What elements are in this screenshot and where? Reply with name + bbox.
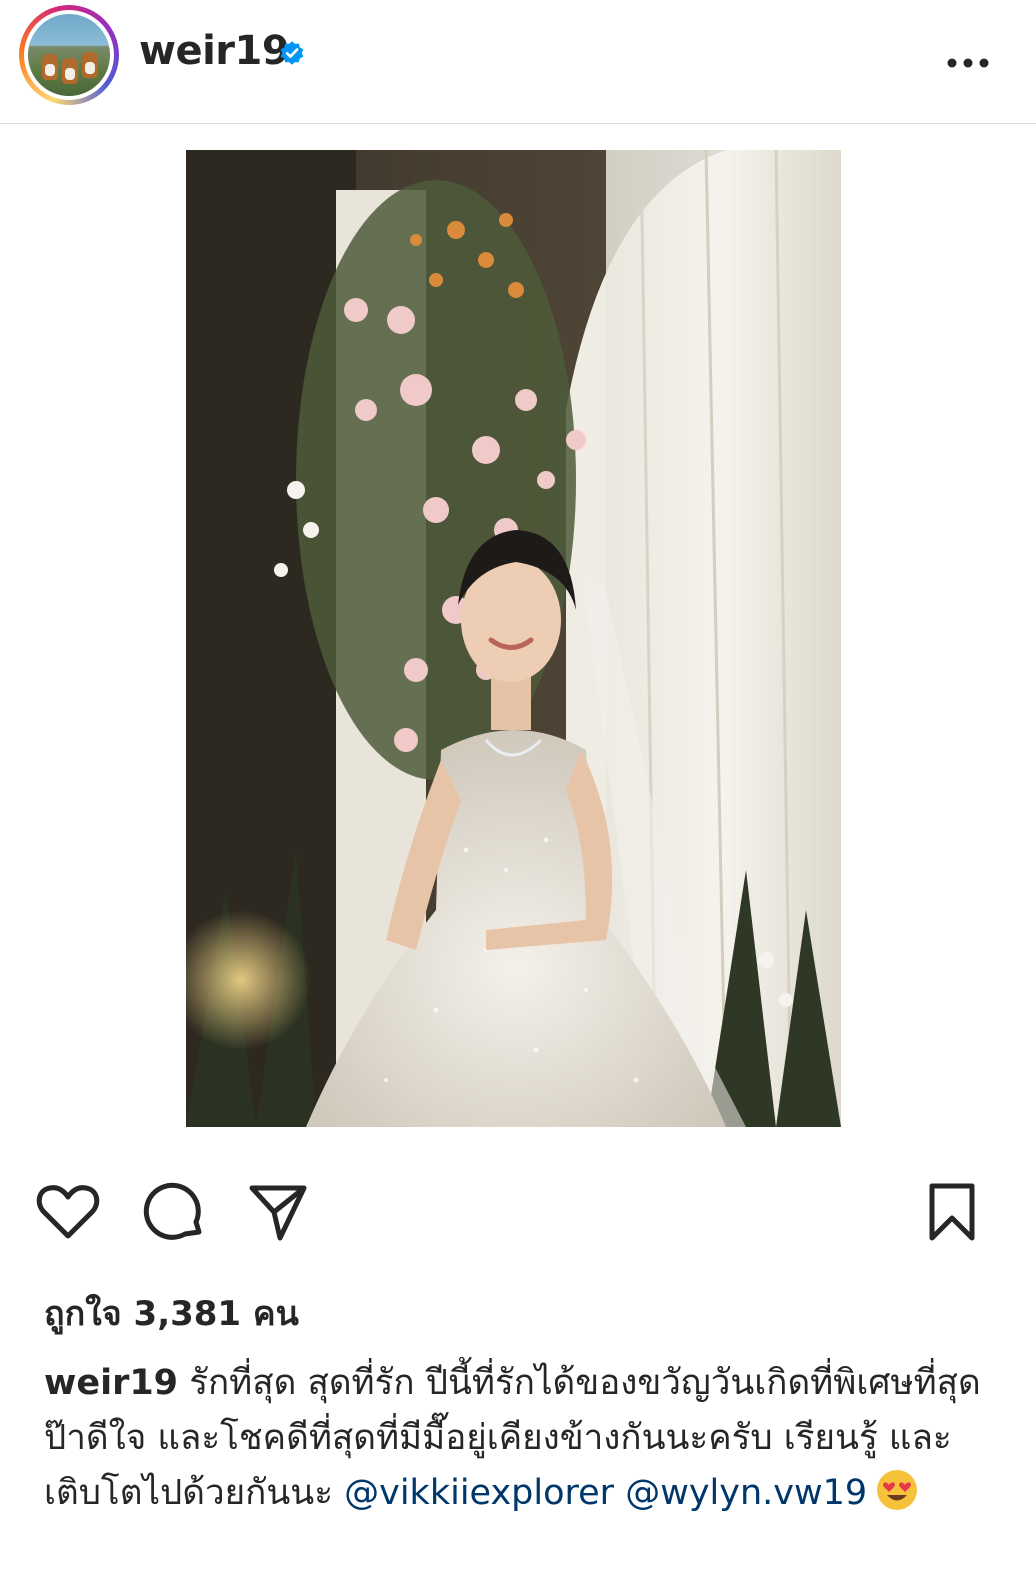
more-horizontal-icon[interactable] [946, 38, 990, 78]
wedding-photo-illustration [186, 150, 841, 1127]
username-link[interactable]: weir19 [139, 28, 290, 74]
comment-icon[interactable] [143, 1180, 207, 1244]
dog-figure [82, 52, 98, 78]
post-header: weir19 [0, 0, 1036, 124]
action-bar [0, 1180, 1036, 1252]
mention-link[interactable]: @vikkiiexplorer [344, 1473, 614, 1513]
heart-eyes-emoji-icon [877, 1470, 918, 1510]
story-ring[interactable] [19, 5, 119, 105]
avatar[interactable] [28, 14, 110, 96]
dog-figure [42, 54, 58, 80]
post-photo[interactable] [186, 150, 841, 1127]
verified-badge-icon [280, 41, 304, 65]
mention-link[interactable]: @wylyn.vw19 [625, 1473, 867, 1513]
caption-username[interactable]: weir19 [44, 1363, 178, 1403]
post-caption: weir19 รักที่สุด สุดที่รัก ปีนี้ที่รักได… [44, 1356, 1004, 1521]
heart-icon[interactable] [36, 1180, 100, 1244]
send-icon[interactable] [246, 1180, 310, 1244]
likes-count[interactable]: ถูกใจ 3,381 คน [44, 1286, 299, 1340]
bookmark-icon[interactable] [920, 1180, 984, 1244]
dog-figure [62, 58, 78, 84]
